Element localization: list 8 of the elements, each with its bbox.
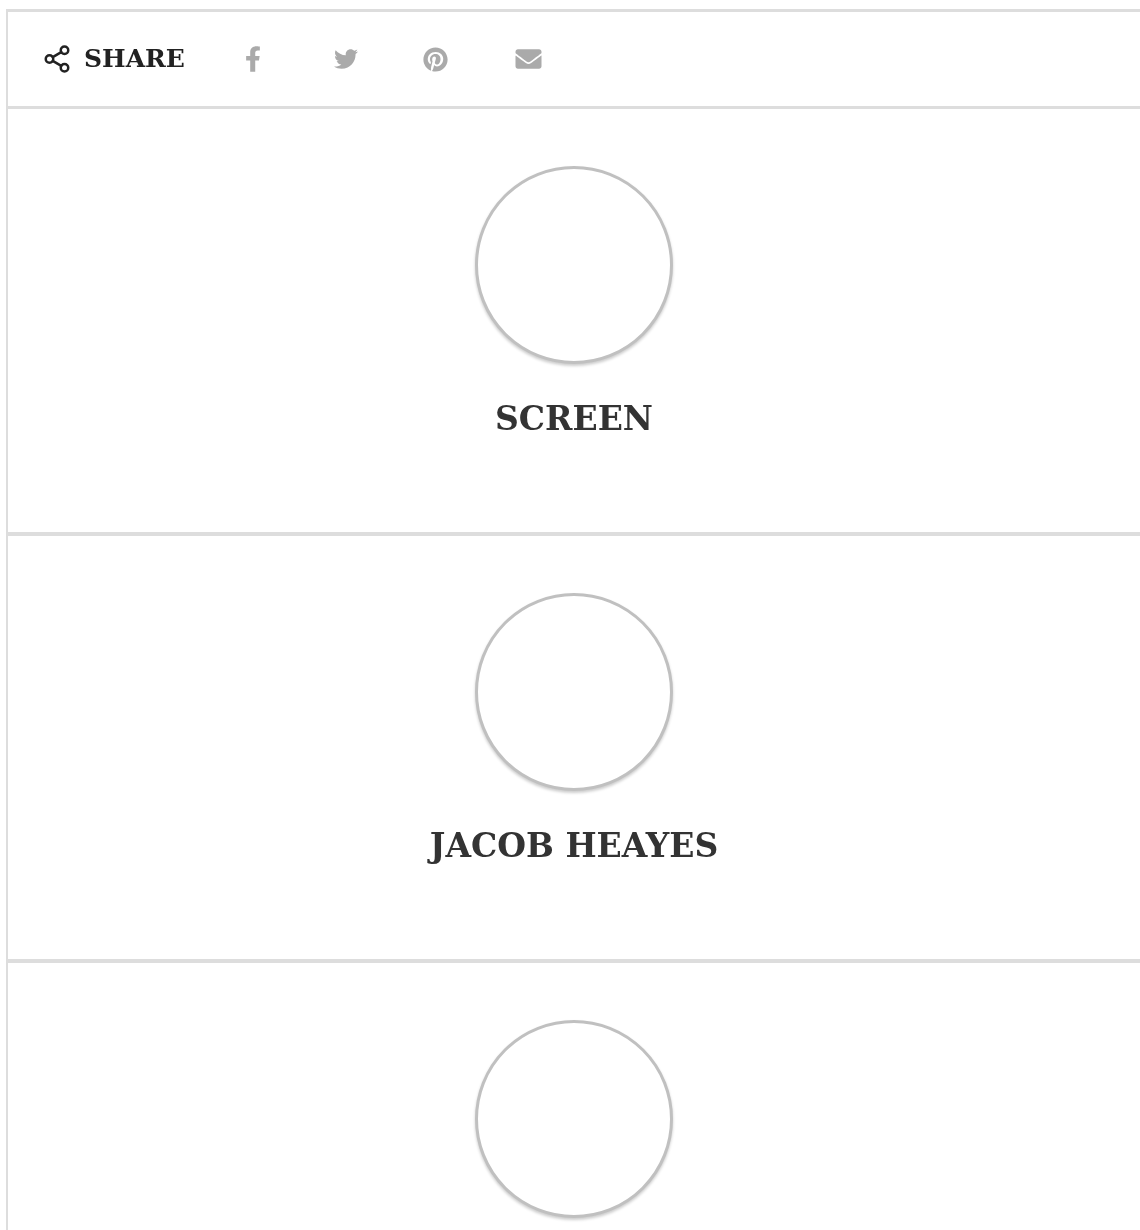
share-label: SHARE: [84, 43, 185, 76]
facebook-button[interactable]: [244, 46, 261, 72]
profile-name: SCREEN: [495, 398, 653, 440]
twitter-button[interactable]: [332, 47, 359, 71]
profile-name: JACOB HEAYES: [429, 825, 719, 867]
email-button[interactable]: [513, 46, 543, 72]
share-icon: [42, 44, 72, 74]
pinterest-button[interactable]: [422, 46, 448, 72]
